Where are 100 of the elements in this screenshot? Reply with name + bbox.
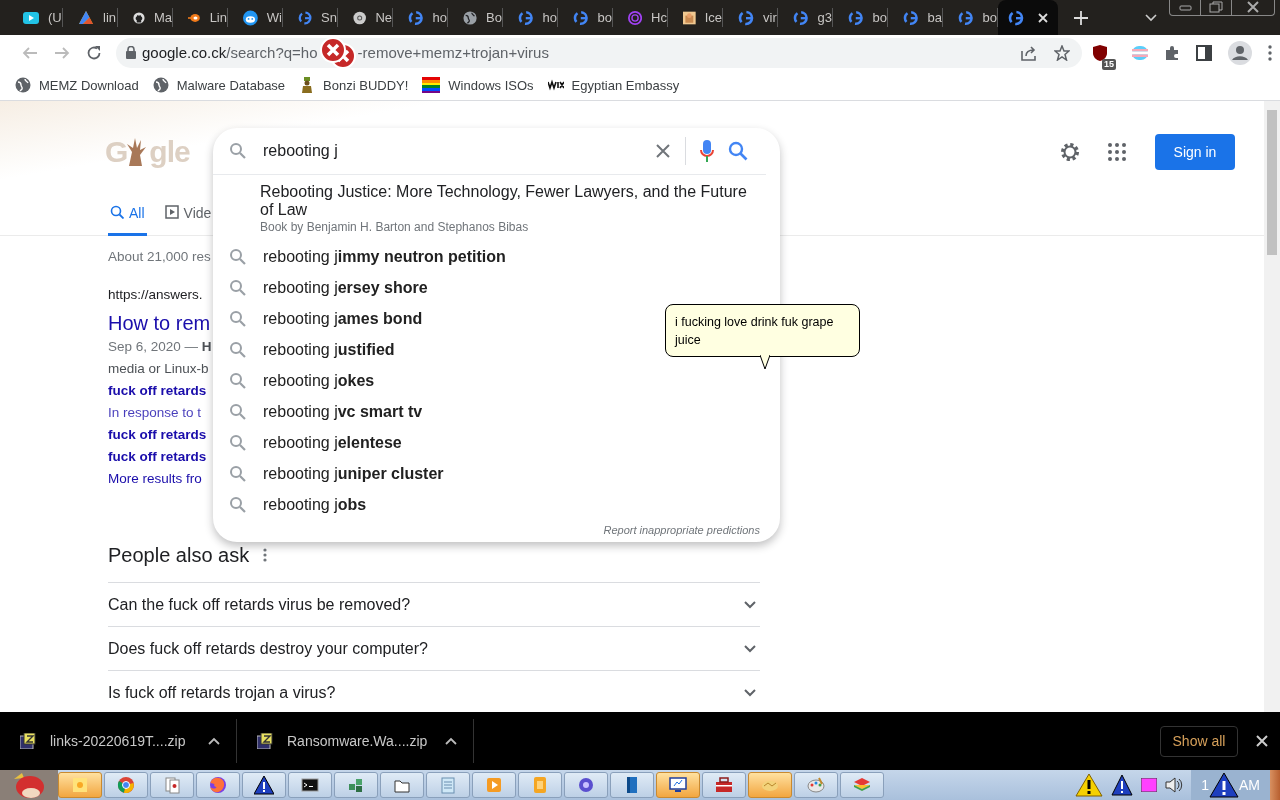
browser-tab[interactable]: (U	[8, 8, 63, 27]
result-snippet: media or Linux-b	[108, 360, 209, 378]
rainbow-flag-icon	[422, 77, 441, 93]
g-icon	[573, 9, 589, 26]
gear-icon	[576, 775, 596, 795]
browser-tab[interactable]: Lin	[173, 8, 228, 27]
clear-icon[interactable]	[655, 143, 671, 159]
chevron-up-icon[interactable]	[445, 737, 457, 745]
show-all-button[interactable]: Show all	[1160, 725, 1238, 757]
search-tab[interactable]: Vide	[162, 203, 214, 236]
puzzle-icon[interactable]	[1164, 44, 1180, 61]
suggestion-item[interactable]: rebooting jobs	[213, 489, 780, 520]
warning-icon	[1209, 772, 1239, 798]
start-button[interactable]	[0, 770, 58, 800]
browser-tab[interactable]: ho	[503, 8, 558, 27]
search-tab[interactable]: All	[108, 203, 147, 236]
search-icon	[229, 278, 247, 297]
search-icon	[110, 205, 124, 219]
question-text[interactable]: Can the fuck off retards virus be removed?	[108, 593, 411, 616]
bookmark[interactable]: Malware Database	[145, 77, 293, 93]
search-icon[interactable]	[728, 141, 748, 161]
settings-icon[interactable]	[1059, 141, 1081, 163]
search-icon	[229, 464, 247, 483]
sitelink[interactable]: fuck off retards	[108, 446, 207, 468]
browser-tab[interactable]: lin	[63, 8, 118, 27]
count-badge: 15	[1102, 58, 1116, 70]
taskbar-button[interactable]	[242, 772, 286, 798]
reload-icon[interactable]	[86, 44, 102, 61]
cat-icon	[133, 9, 145, 26]
address-bar[interactable]: google.co.ck/search?q=ho -remove+memz+trojan+virus	[116, 37, 1082, 68]
download-item[interactable]: Ransomware.Wa....zip	[237, 719, 474, 763]
terminal-icon	[300, 775, 320, 795]
bookmark[interactable]: Egyptian Embassy	[540, 77, 687, 93]
browser-tab[interactable]: ba	[888, 8, 943, 27]
browser-tab[interactable]: Ne	[338, 8, 393, 27]
sitelink[interactable]: fuck off retards	[108, 424, 207, 446]
suggestion-item[interactable]: Rebooting Justice: More Technology, Fewer Lawyers, and the Future of Law Book by Benjamin H. Barton and Stephanos Bibas	[213, 175, 780, 241]
suggestion-item[interactable]: rebooting jvc smart tv	[213, 396, 780, 427]
suggestion-item[interactable]: rebooting jersey shore	[213, 272, 780, 303]
scrollbar-thumb[interactable]	[1267, 110, 1277, 255]
chevron-down-icon[interactable]	[744, 600, 756, 609]
extension-button[interactable]: 15	[1092, 43, 1116, 70]
chevron-up-icon[interactable]	[208, 737, 220, 745]
avatar-icon[interactable]	[1228, 40, 1252, 65]
browser-tab[interactable]: g3	[778, 8, 833, 27]
sitelink[interactable]: fuck off retards	[108, 380, 207, 402]
chevron-down-icon[interactable]	[744, 644, 756, 653]
close-icon[interactable]	[1038, 12, 1048, 23]
chevron-down-icon[interactable]	[744, 688, 756, 697]
browser-tab[interactable]: bo	[558, 8, 613, 27]
play-icon	[23, 9, 39, 26]
browser-tab[interactable]: Bo	[448, 8, 503, 27]
suggestion-item[interactable]: rebooting juniper cluster	[213, 458, 780, 489]
globe-icon	[463, 9, 478, 26]
suggestion-item[interactable]: rebooting jimmy neutron petition	[213, 241, 780, 272]
suggestion-item[interactable]: rebooting jokes	[213, 365, 780, 396]
browser-tab[interactable]: Ma	[118, 8, 173, 27]
toolbox-icon	[714, 775, 734, 795]
browser-tab[interactable]: vir	[723, 8, 778, 27]
question-text[interactable]: Is fuck off retards trojan a virus?	[108, 681, 336, 704]
g-icon	[793, 9, 809, 26]
more-results-link[interactable]: More results fro	[108, 468, 202, 490]
apps-icon[interactable]	[1107, 142, 1127, 162]
share-icon[interactable]	[1021, 44, 1038, 61]
browser-tab[interactable]: Hc	[613, 8, 668, 27]
sign-in-button[interactable]: Sign in	[1155, 134, 1235, 170]
taskbar-button[interactable]	[610, 772, 654, 798]
bookmark[interactable]: Windows ISOs	[415, 77, 541, 93]
speaker-icon[interactable]	[1165, 777, 1184, 793]
search-icon	[229, 371, 247, 390]
browser-tab[interactable]: Ice	[668, 8, 723, 27]
warning-icon	[254, 775, 274, 795]
star-icon[interactable]	[1054, 44, 1070, 61]
search-field[interactable]: rebooting j	[263, 142, 641, 160]
taskbar-button[interactable]	[288, 772, 332, 798]
microphone-icon[interactable]	[700, 140, 714, 162]
report-link[interactable]: Report inappropriate predictions	[603, 524, 760, 536]
more-icon[interactable]	[263, 548, 268, 562]
browser-tab[interactable]	[998, 0, 1058, 35]
bookmark[interactable]: MEMZ Download	[8, 77, 146, 93]
result-title-link[interactable]: How to rem	[108, 310, 211, 336]
browser-tab[interactable]: bo	[833, 8, 888, 27]
side-panel-icon[interactable]	[1196, 44, 1212, 61]
new-tab-icon[interactable]	[1074, 10, 1088, 25]
close-icon[interactable]	[1256, 735, 1268, 747]
question-text[interactable]: Does fuck off retards destroy your computer?	[108, 637, 428, 660]
menu-icon[interactable]	[1268, 44, 1272, 61]
suggestion-item[interactable]: rebooting jelentese	[213, 427, 780, 458]
browser-tab[interactable]: Sn	[283, 8, 338, 27]
video-icon	[164, 205, 179, 219]
sticky-note-icon	[70, 775, 90, 795]
scrollbar[interactable]	[1264, 101, 1280, 712]
bookmark[interactable]: Bonzi BUDDY!	[292, 77, 416, 93]
search-icon	[229, 340, 247, 359]
browser-tab[interactable]: ho	[393, 8, 448, 27]
search-icon	[229, 247, 247, 266]
download-item[interactable]: links-20220619T....zip	[0, 719, 237, 763]
browser-tab[interactable]: Wi	[228, 8, 283, 27]
fox-icon	[208, 775, 228, 795]
taskbar-button[interactable]	[656, 772, 700, 798]
